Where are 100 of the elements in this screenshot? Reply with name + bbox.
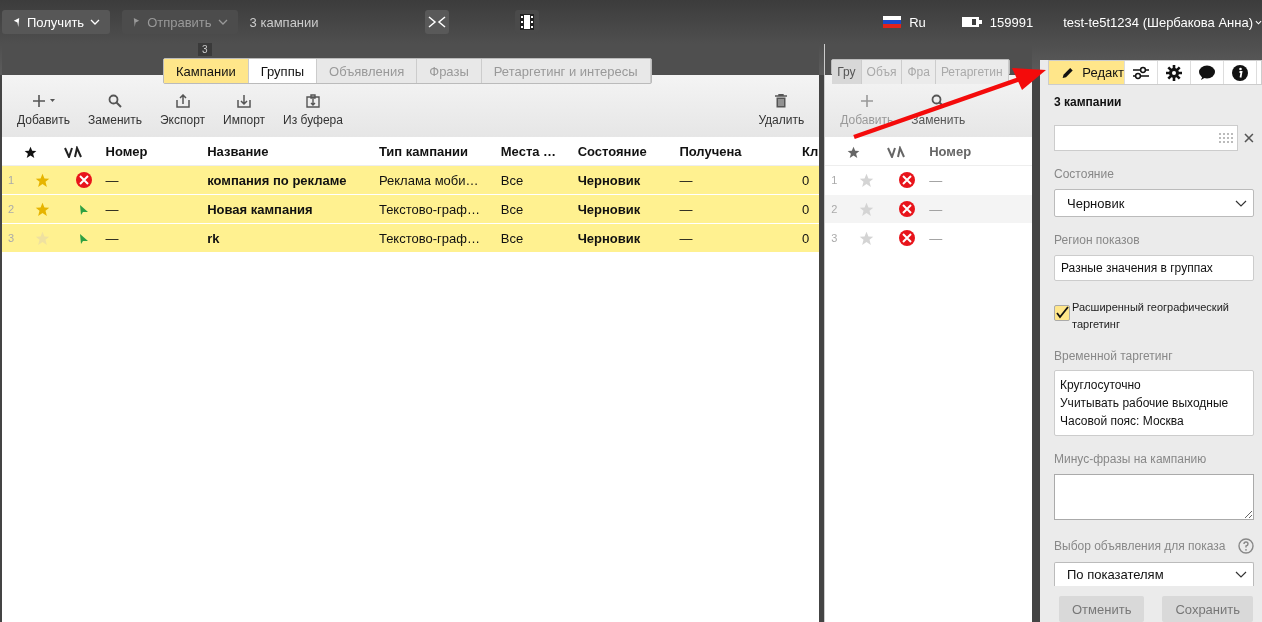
column-header[interactable]: Номер [104,137,207,166]
panel-title: 3 кампании [1054,95,1123,109]
region-field[interactable]: Разные значения в группах [1054,255,1254,281]
table-cell: — [678,223,801,253]
column-header[interactable]: Номер [928,137,1032,166]
campaign-name[interactable]: компания по рекламе [206,165,378,195]
row-number: 2 [825,194,847,224]
field-label: Временной таргетинг [1054,349,1174,363]
flag-icon [132,16,142,28]
edit-tab[interactable]: Редакт [1049,61,1125,84]
import-button[interactable]: Импорт [216,94,273,127]
table-cell: Текстово-граф… [377,223,500,253]
info-icon [1232,64,1248,81]
field-label: Состояние [1054,167,1115,181]
upload-icon [175,94,190,108]
delete-button[interactable]: Удалить [751,94,812,127]
campaign-name[interactable]: rk [206,223,378,253]
download-icon [237,94,252,108]
table-cell: — [104,165,207,195]
plus-icon [31,94,56,108]
grid-icon [1219,133,1234,143]
ad-choice-select[interactable]: По показателям [1054,562,1254,586]
column-header[interactable]: Тип кампании [377,137,500,166]
table-cell: Черновик [576,165,679,195]
star-icon[interactable] [858,231,874,247]
language-label[interactable]: Ru [909,14,926,30]
table-cell: Все [499,223,577,253]
state-select[interactable]: Черновик [1054,189,1254,217]
row-number: 1 [2,165,23,195]
table-cell: Все [499,194,577,224]
field-label: Регион показов [1054,233,1141,247]
star-column-icon[interactable] [23,145,37,159]
table-cell: 0 [801,165,820,195]
column-header[interactable]: Состояние [576,137,679,166]
table-cell: — [928,194,1032,224]
chat-icon [1199,64,1215,81]
checkbox-label: Расширенный географический таргетинг [1072,300,1230,332]
balance: 159991 [989,14,1034,30]
flag-icon [883,16,902,28]
status-column-icon[interactable] [63,146,82,159]
flag-icon [12,16,21,28]
table-cell: — [678,165,801,195]
time-targeting-box[interactable]: Круглосуточно Учитывать рабочие выходные Часовой пояс: Москва [1054,370,1254,436]
row-number: 3 [825,223,847,253]
star-icon[interactable] [858,202,874,218]
receive-button[interactable]: Получить [2,10,111,34]
table-cell: 0 [801,194,820,224]
search-field[interactable] [1054,125,1239,151]
table-cell: Реклама моби… [377,165,500,195]
collapse-icon[interactable] [424,10,449,34]
table-cell: — [104,194,207,224]
star-icon[interactable] [35,202,51,218]
table-cell: — [678,194,801,224]
table-cell: 0 [801,223,820,253]
minus-phrases-field[interactable] [1054,474,1254,520]
help-icon[interactable] [1238,538,1254,554]
column-header[interactable]: Места … [499,137,577,166]
search-icon [108,94,122,108]
replace-button[interactable]: Заменить [81,94,149,127]
trash-icon [775,94,788,108]
chevron-down-icon [1235,571,1247,578]
selection-count: 3 кампании [249,14,319,30]
field-label: Минус-фразы на кампанию [1054,452,1208,466]
star-icon[interactable] [858,173,874,189]
user-menu[interactable]: test-te5t1234 (Шербакова Анна) [1063,14,1253,30]
checkbox[interactable] [1054,305,1070,321]
export-button[interactable]: Экспорт [153,94,213,127]
clipboard-icon [306,94,320,108]
sliders-icon [1133,65,1149,80]
tab[interactable]: Гру [832,60,862,84]
tab[interactable]: Группы [248,59,318,83]
star-icon[interactable] [35,173,51,189]
table-cell: Черновик [576,223,679,253]
chevron-down-icon [1235,199,1247,207]
field-label: Выбор объявления для показа [1054,539,1226,553]
plus-icon [859,94,874,108]
table-cell: — [928,165,1032,195]
campaign-name[interactable]: Новая кампания [206,194,378,224]
chevron-down-icon [90,19,101,25]
row-number: 3 [2,223,23,253]
row-number: 2 [2,194,23,224]
table-cell: Все [499,165,577,195]
chevron-down-icon[interactable] [1255,19,1262,25]
column-header[interactable]: Кл [801,137,820,166]
table-cell: Черновик [576,194,679,224]
row-number: 1 [825,165,847,195]
table-cell: Текстово-граф… [377,194,500,224]
replace-button[interactable]: Заменить [904,94,973,127]
column-header[interactable]: Название [206,137,378,166]
column-header[interactable]: Получена [678,137,801,166]
clipboard-button[interactable]: Из буфера [276,94,350,127]
table-cell: — [104,223,207,253]
table-cell: — [928,223,1032,253]
count-badge: 3 [198,43,212,56]
add-button[interactable]: Добавить [10,94,78,127]
chevron-down-icon [217,19,228,25]
close-icon[interactable] [1244,133,1254,143]
tab[interactable]: Кампании [164,59,249,83]
wallet-icon [961,17,982,27]
star-column-icon[interactable] [847,145,861,159]
